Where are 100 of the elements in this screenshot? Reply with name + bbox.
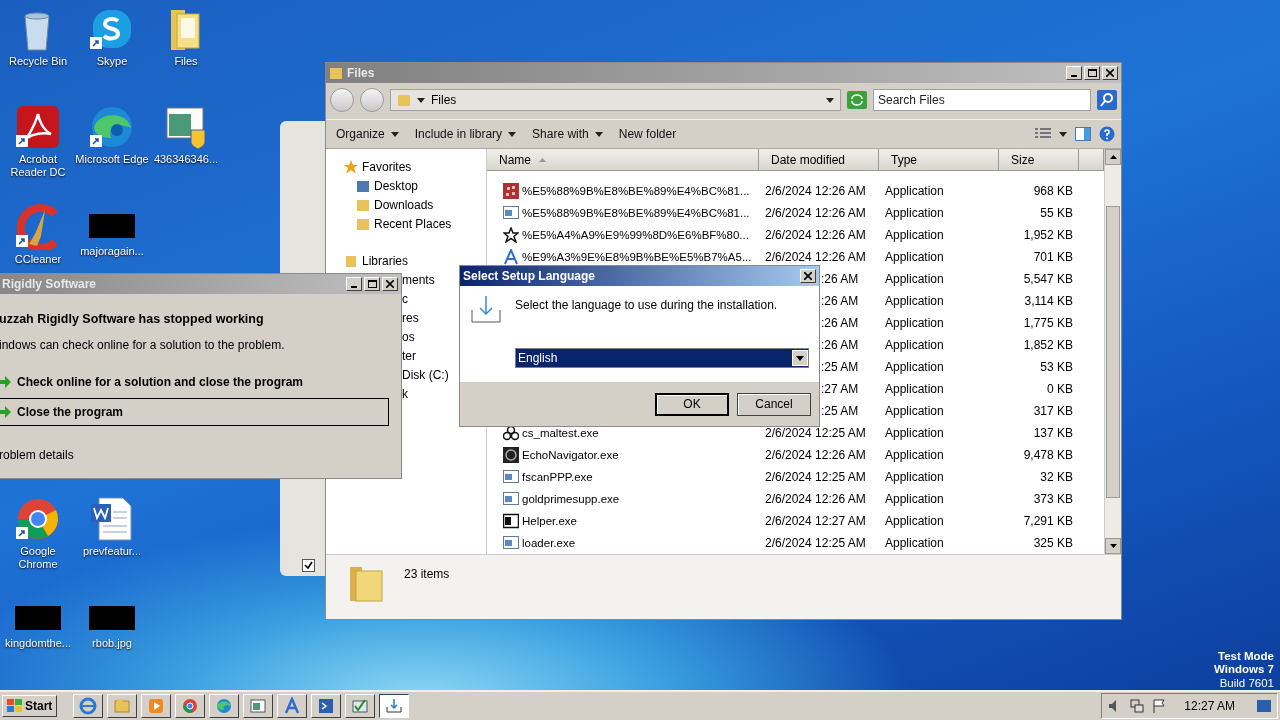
minimize-button[interactable] — [346, 277, 362, 291]
toolbar-button[interactable]: New folder — [614, 125, 681, 143]
nav-item[interactable]: Recent Places — [374, 216, 452, 231]
dialog-button[interactable]: Cancel — [737, 392, 811, 416]
size-cell: 701 KB — [1033, 250, 1073, 264]
search-icon[interactable] — [1097, 90, 1117, 110]
column-header[interactable]: Date modified — [759, 149, 879, 171]
nav-item[interactable]: Favorites — [362, 159, 412, 174]
desktop-icon-label[interactable]: prevfeatur... — [82, 545, 142, 558]
date-cell: :26 AM — [821, 272, 859, 286]
installer-window-icon[interactable] — [163, 104, 209, 150]
help-icon[interactable] — [1099, 126, 1115, 142]
date-cell: 2/6/2024 12:26 AM — [765, 228, 866, 242]
desktop-icon-label[interactable]: CCleaner — [14, 253, 62, 266]
address-bar[interactable]: Files — [390, 89, 841, 111]
date-cell: :27 AM — [821, 382, 859, 396]
close-button[interactable] — [800, 269, 816, 283]
pdf-reader-icon[interactable] — [15, 104, 61, 150]
nav-item[interactable]: ter — [402, 348, 416, 363]
play-icon — [147, 697, 166, 715]
type-cell: Application — [885, 426, 944, 440]
type-cell: Application — [885, 404, 944, 418]
nav-item[interactable]: c — [402, 291, 408, 306]
desktop-icon-label[interactable]: Files — [174, 55, 198, 68]
size-cell: 373 KB — [1033, 492, 1073, 506]
file-name[interactable]: Helper.exe — [522, 515, 577, 527]
close-button[interactable] — [1102, 66, 1118, 80]
minimize-button[interactable] — [1066, 66, 1082, 80]
column-header[interactable]: Type — [879, 149, 999, 171]
taskbar-app[interactable] — [379, 694, 410, 718]
date-cell: :25 AM — [821, 404, 859, 418]
flag-icon[interactable] — [1152, 699, 1167, 713]
maximize-button[interactable] — [1084, 66, 1100, 80]
file-name[interactable]: %E5%88%9B%E8%BE%89%E4%BC%81... — [522, 207, 750, 219]
file-name[interactable]: %E9%A3%9E%E8%9B%BE%E5%B7%A5... — [522, 251, 752, 263]
desktop-icon-label[interactable]: Acrobat Reader DC — [1, 153, 75, 179]
refresh-icon[interactable] — [847, 91, 867, 109]
size-cell: 1,775 KB — [1023, 316, 1073, 330]
scrollbar[interactable] — [1104, 149, 1121, 554]
crash-option[interactable]: Check online for a solution and close the program — [0, 368, 389, 396]
date-cell: 2/6/2024 12:26 AM — [765, 184, 866, 198]
arrow-icon — [0, 406, 11, 418]
folder-icon — [356, 197, 370, 212]
close-button[interactable] — [382, 277, 398, 291]
file-name[interactable]: loader.exe — [522, 537, 576, 549]
preview-pane-icon[interactable] — [1075, 127, 1091, 141]
desktop-icon-label[interactable]: kingdomthe... — [4, 637, 71, 650]
toolbar-button[interactable]: Include in library — [410, 125, 521, 143]
dialog-button[interactable]: OK — [655, 392, 729, 416]
desktop-icon-label[interactable]: 436346346... — [153, 153, 219, 166]
caret-icon — [390, 131, 399, 137]
size-cell: 55 KB — [1040, 206, 1073, 220]
toolbar-button[interactable]: Organize — [332, 125, 403, 143]
start-button[interactable]: Start — [2, 695, 58, 717]
desktop-icon-label[interactable]: Recycle Bin — [8, 55, 68, 68]
nav-item[interactable]: res — [402, 310, 419, 325]
network-icon[interactable] — [1130, 699, 1145, 713]
search-field[interactable]: Search Files — [873, 89, 1091, 111]
dialog-message: Select the language to use during the installation. — [515, 298, 779, 312]
letter-a-icon — [503, 249, 519, 265]
size-cell: 32 KB — [1040, 470, 1073, 484]
terminal-icon — [317, 697, 336, 715]
close-icon — [1106, 69, 1114, 77]
column-header[interactable]: Name — [487, 149, 759, 171]
nav-item[interactable]: ments — [402, 272, 435, 287]
maximize-button[interactable] — [364, 277, 380, 291]
browser-wave-icon[interactable] — [89, 104, 135, 150]
scroll-up-icon — [1109, 155, 1117, 159]
nav-item[interactable]: Libraries — [362, 253, 409, 268]
file-name[interactable]: fscanPPP.exe — [522, 471, 593, 483]
nav-item[interactable]: Disk (C:) — [402, 367, 449, 382]
file-name[interactable]: goldprimesupp.exe — [522, 493, 620, 505]
desktop-icon-label[interactable]: rbob.jpg — [92, 637, 132, 650]
file-name[interactable]: %E5%88%9B%E8%BE%89%E4%BC%81... — [522, 185, 750, 197]
nav-item[interactable]: os — [402, 329, 415, 344]
nav-item[interactable]: k — [402, 386, 408, 401]
toolbar-button[interactable]: Share with — [528, 125, 607, 143]
file-name[interactable]: EchoNavigator.exe — [522, 449, 619, 461]
date-cell: 2/6/2024 12:26 AM — [765, 206, 866, 220]
cleaner-brush-icon[interactable] — [15, 204, 61, 250]
date-cell: :26 AM — [821, 338, 859, 352]
details-link[interactable]: roblem details — [0, 448, 401, 462]
checkbox[interactable] — [302, 559, 315, 572]
browser-circle-icon[interactable] — [15, 496, 61, 542]
desktop-icon-label[interactable]: Skype — [96, 55, 128, 68]
date-cell: 2/6/2024 12:26 AM — [765, 250, 866, 264]
check-window-icon — [351, 697, 370, 715]
file-name[interactable]: %E5%A4%A9%E9%99%8D%E6%BF%80... — [522, 229, 749, 241]
language-select[interactable]: English — [515, 348, 809, 368]
view-list-icon[interactable] — [1035, 128, 1051, 140]
document-icon[interactable] — [89, 496, 135, 542]
column-header[interactable]: Size — [999, 149, 1079, 171]
type-cell: Application — [885, 294, 944, 308]
desktop-icon-label[interactable]: Microsoft Edge — [75, 153, 149, 166]
file-name[interactable]: cs_maltest.exe — [522, 427, 599, 439]
nav-item[interactable]: Downloads — [374, 197, 434, 212]
nav-item[interactable]: Desktop — [374, 178, 419, 193]
crash-option[interactable]: Close the program — [0, 398, 389, 426]
desktop-icon-label[interactable]: majoragain... — [80, 245, 144, 258]
desktop-icon-label[interactable]: Google Chrome — [1, 545, 75, 571]
